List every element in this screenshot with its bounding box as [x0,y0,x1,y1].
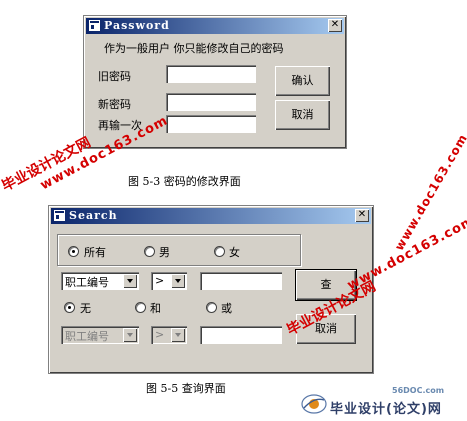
figure-caption-password: 图 5-3 密码的修改界面 [128,175,241,188]
confirm-password-input[interactable] [166,115,256,133]
value-input-1[interactable] [200,272,282,290]
password-dialog: Password ✕ 作为一般用户 你只能修改自己的密码 旧密码 新密码 再输一… [83,15,347,149]
confirm-button-label: 确认 [291,74,314,87]
confirm-button[interactable]: 确认 [275,66,330,96]
logic-radio-and[interactable] [135,302,146,313]
old-password-input[interactable] [166,65,256,83]
search-title: Search [69,209,118,222]
value-input-2[interactable] [200,326,282,344]
gender-radio-all[interactable] [68,246,79,257]
search-titlebar: Search ✕ [51,208,371,224]
dropdown-arrow-icon[interactable] [123,274,137,288]
gender-radio-female[interactable] [214,246,225,257]
password-cancel-label: 取消 [291,108,314,121]
logic-label-or: 或 [221,302,232,315]
dropdown-arrow-icon[interactable] [171,274,185,288]
operator-select-1[interactable]: > [151,272,187,290]
logic-radio-or[interactable] [206,302,217,313]
old-password-label: 旧密码 [98,70,131,83]
field-select-1[interactable]: 职工编号 [61,272,139,290]
operator-select-1-value: > [155,274,165,287]
gender-label-male: 男 [159,246,170,259]
password-title: Password [104,19,170,32]
app-window-icon [89,20,100,31]
new-password-input[interactable] [166,93,256,111]
password-titlebar: Password ✕ [86,18,344,34]
query-button-label: 查 [320,278,332,291]
operator-select-2[interactable]: > [151,326,187,344]
logic-label-and: 和 [150,302,161,315]
field-select-2-value: 职工编号 [65,330,109,343]
logic-label-none: 无 [80,302,91,315]
gender-radio-male[interactable] [144,246,155,257]
logic-radio-none[interactable] [64,302,75,313]
new-password-label: 新密码 [98,98,131,111]
password-cancel-button[interactable]: 取消 [275,100,330,130]
logo-text: 毕业设计(论文)网 [330,402,442,417]
search-dialog: Search ✕ 所有 男 女 职工编号 > 无 和 或 职工编号 > 查 取消 [48,205,374,374]
gender-label-all: 所有 [84,246,106,259]
gender-label-female: 女 [229,246,240,259]
password-hint: 作为一般用户 你只能修改自己的密码 [104,42,284,55]
password-close-button[interactable]: ✕ [328,19,342,32]
app-window-icon [54,210,65,221]
logo-emblem-icon [301,394,327,414]
dropdown-arrow-icon[interactable] [171,328,185,342]
search-close-button[interactable]: ✕ [355,209,369,222]
logo-url-text: 56DOC.com [392,386,445,395]
field-select-2[interactable]: 职工编号 [61,326,139,344]
field-select-1-value: 职工编号 [65,276,109,289]
dropdown-arrow-icon[interactable] [123,328,137,342]
figure-caption-search: 图 5-5 查询界面 [146,382,226,395]
operator-select-2-value: > [155,328,165,341]
